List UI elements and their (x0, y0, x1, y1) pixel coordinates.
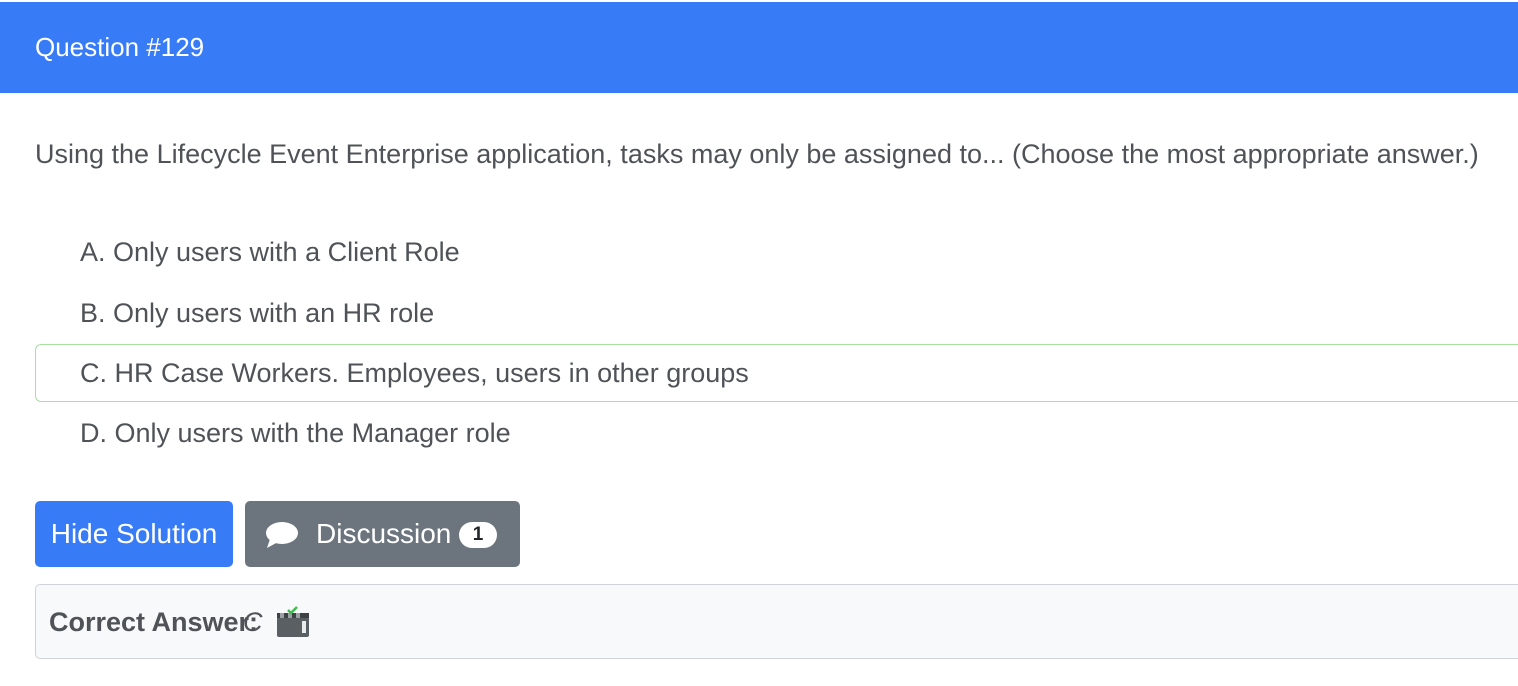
correct-answer-box: Correct Answer: C (35, 584, 1518, 659)
choice-a[interactable]: A. Only users with a Client Role (35, 223, 1518, 281)
question-text: Using the Lifecycle Event Enterprise app… (35, 139, 1479, 169)
hide-solution-button[interactable]: Hide Solution (35, 501, 233, 567)
question-header: Question #129 (0, 2, 1518, 93)
choice-b[interactable]: B. Only users with an HR role (35, 284, 1518, 342)
correct-answer-label: Correct Answer: (49, 607, 259, 637)
question-card: Question #129 Using the Lifecycle Event … (0, 2, 1518, 686)
discussion-button[interactable]: Discussion 1 (245, 501, 520, 567)
correct-answer-value: C (243, 607, 263, 637)
choice-d[interactable]: D. Only users with the Manager role (35, 404, 1518, 462)
discussion-count-badge: 1 (459, 522, 497, 548)
choice-c-correct[interactable]: C. HR Case Workers. Employees, users in … (35, 344, 1518, 402)
clapperboard-check-icon (277, 606, 309, 637)
chat-bubble-icon (266, 522, 298, 548)
question-title: Question #129 (35, 32, 205, 62)
discussion-label: Discussion (316, 518, 452, 549)
